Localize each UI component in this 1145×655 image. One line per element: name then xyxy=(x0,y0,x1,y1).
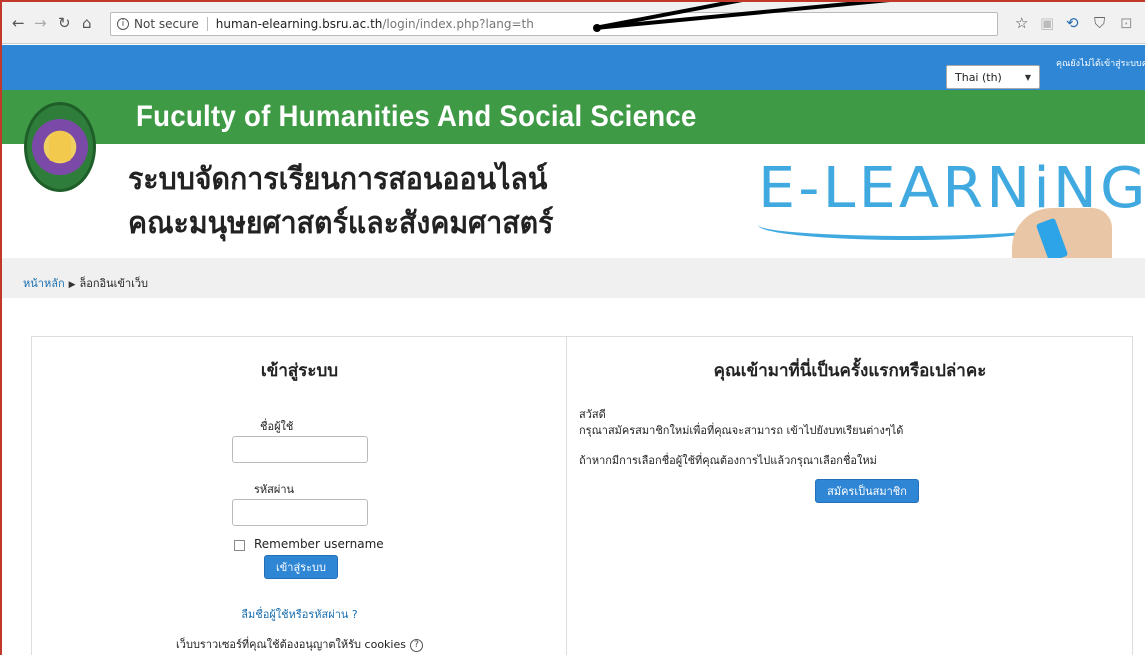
browser-toolbar: ← → ↻ ⌂ i Not secure human-elearning.bsr… xyxy=(2,2,1145,44)
signup-instruction: กรุณาสมัครสมาชิกใหม่เพื่อที่คุณจะสามารถ … xyxy=(579,424,904,437)
forgot-password-link[interactable]: ลืมชื่อผู้ใช้หรือรหัสผ่าน ? xyxy=(32,605,567,623)
remember-label: Remember username xyxy=(254,537,384,551)
breadcrumb-current: ล็อกอินเข้าเว็บ xyxy=(79,277,149,290)
login-heading: เข้าสู่ระบบ xyxy=(260,361,339,381)
bookmark-star-icon[interactable]: ☆ xyxy=(1015,14,1028,32)
language-select[interactable]: Thai (th) ▼ xyxy=(946,65,1040,89)
thai-title-line1: ระบบจัดการเรียนการสอนออนไลน์ xyxy=(128,162,548,197)
username-input[interactable] xyxy=(232,436,368,463)
top-navbar: Thai (th) ▼ คุณยังไม่ได้เข้าสู่ระบบค่ะ xyxy=(2,45,1145,90)
site-header-banner: Fuculty of Humanities And Social Science… xyxy=(2,90,1145,258)
url-host: human-elearning.bsru.ac.th xyxy=(215,17,383,31)
breadcrumb: หน้าหลัก ▶ ล็อกอินเข้าเว็บ xyxy=(23,274,148,292)
shield-extension-icon[interactable]: ⛉ xyxy=(1094,14,1105,32)
pdf-extension-icon[interactable]: ▣ xyxy=(1040,14,1054,32)
login-column: เข้าสู่ระบบ ชื่อผู้ใช้ รหัสผ่าน Remember… xyxy=(32,337,567,655)
breadcrumb-arrow-icon: ▶ xyxy=(68,280,76,290)
breadcrumb-home-link[interactable]: หน้าหลัก xyxy=(23,277,65,290)
address-bar[interactable]: i Not secure human-elearning.bsru.ac.th /… xyxy=(110,12,998,36)
back-icon[interactable]: ← xyxy=(12,14,25,32)
url-path: /login/index.php?lang=th xyxy=(382,17,534,31)
address-separator xyxy=(206,17,208,31)
password-input[interactable] xyxy=(232,499,368,526)
forward-icon[interactable]: → xyxy=(34,14,47,32)
reload-icon[interactable]: ↻ xyxy=(58,14,71,32)
login-button[interactable]: เข้าสู่ระบบ xyxy=(264,555,338,579)
password-label: รหัสผ่าน xyxy=(254,483,295,496)
remember-checkbox[interactable] xyxy=(234,540,245,551)
login-panel: เข้าสู่ระบบ ชื่อผู้ใช้ รหัสผ่าน Remember… xyxy=(31,336,1133,655)
info-icon[interactable]: i xyxy=(117,18,129,30)
breadcrumb-bar: หน้าหลัก ▶ ล็อกอินเข้าเว็บ xyxy=(2,258,1145,298)
login-status-text: คุณยังไม่ได้เข้าสู่ระบบค่ะ xyxy=(1056,59,1145,69)
security-label: Not secure xyxy=(134,17,199,31)
help-icon[interactable]: ? xyxy=(409,638,423,652)
username-taken-note: ถ้าหากมีการเลือกชื่อผู้ใช้ที่คุณต้องการไ… xyxy=(579,454,877,467)
cookies-note-text: เว็บบราวเซอร์ที่คุณใช้ต้องอนุญาตให้รับ c… xyxy=(176,638,406,651)
search-extension-icon[interactable]: ⊡ xyxy=(1120,14,1133,32)
first-time-column: คุณเข้ามาที่นี่เป็นครั้งแรกหรือเปล่าคะ ส… xyxy=(567,337,1133,655)
faculty-title: Fuculty of Humanities And Social Science xyxy=(136,100,697,133)
language-selected-value: Thai (th) xyxy=(955,70,1002,84)
thai-title-line2: คณะมนุษยศาสตร์และสังคมศาสตร์ xyxy=(128,206,554,241)
home-icon[interactable]: ⌂ xyxy=(82,14,92,32)
signup-button[interactable]: สมัครเป็นสมาชิก xyxy=(815,479,919,503)
university-logo xyxy=(24,102,96,192)
sync-extension-icon[interactable]: ⟲ xyxy=(1066,14,1079,32)
caret-down-icon: ▼ xyxy=(1024,72,1031,82)
username-label: ชื่อผู้ใช้ xyxy=(260,420,294,433)
first-time-heading: คุณเข้ามาที่นี่เป็นครั้งแรกหรือเปล่าคะ xyxy=(713,361,987,381)
cookies-note: เว็บบราวเซอร์ที่คุณใช้ต้องอนุญาตให้รับ c… xyxy=(32,635,567,653)
